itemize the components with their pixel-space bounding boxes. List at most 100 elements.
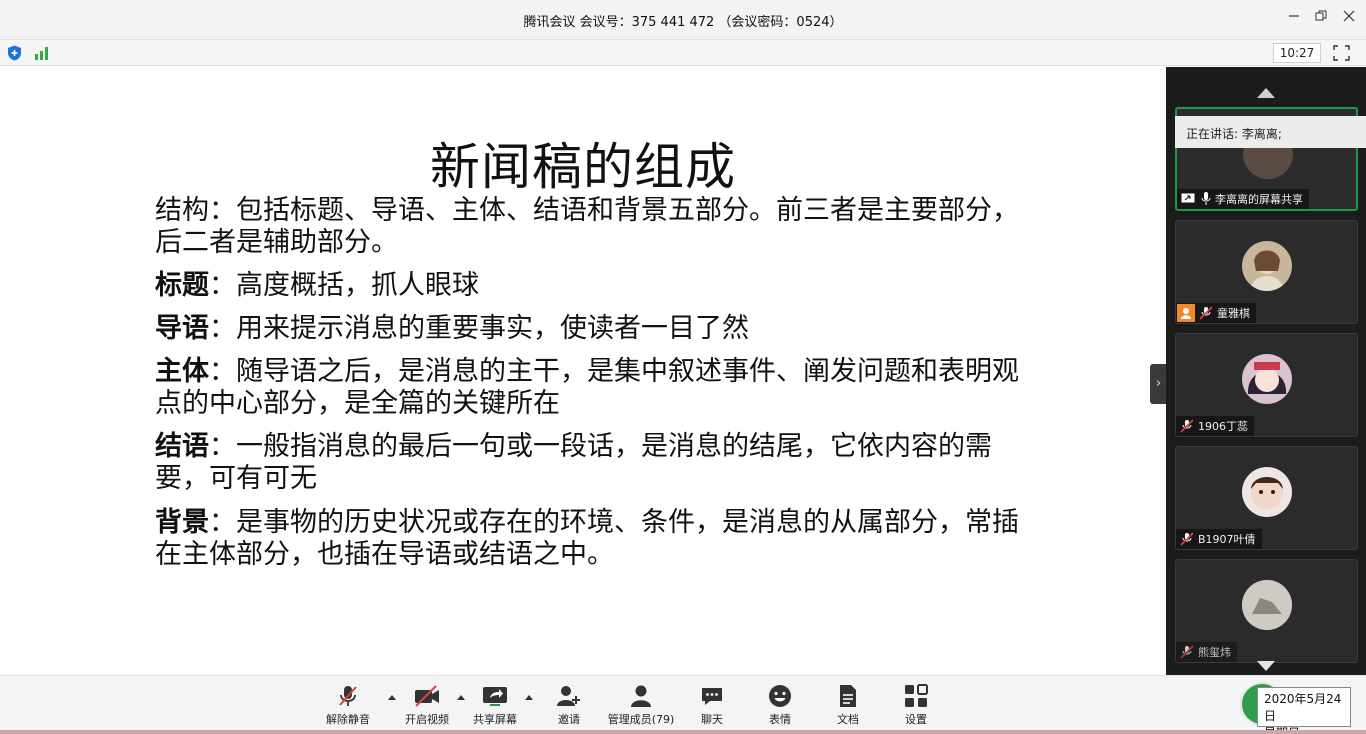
control-label: 共享屏幕 (473, 713, 517, 726)
tile-name-bar: 童雅棋 (1176, 303, 1256, 323)
smile-icon (769, 685, 791, 707)
minimize-button[interactable] (1284, 9, 1304, 29)
close-icon (1343, 10, 1355, 22)
participant-tile[interactable]: 1906丁蕊 (1175, 333, 1358, 437)
chat-button[interactable]: 聊天 (676, 684, 748, 727)
paragraph-text: ：随导语之后，是消息的主干，是集中叙述事件、阐发问题和表明观点的中心部分，是全篇… (155, 356, 1019, 419)
scroll-down-icon[interactable] (1257, 661, 1275, 671)
tile-name-bar: 李离离的屏幕共享 (1177, 189, 1309, 209)
participant-name: 1906丁蕊 (1198, 420, 1248, 433)
chat-icon (702, 688, 722, 705)
participant-tile[interactable]: B1907叶倩 (1175, 446, 1358, 550)
tile-name-bar: 熊玺炜 (1176, 642, 1237, 662)
paragraph-label: 背景 (155, 507, 209, 538)
tile-name-bar: 1906丁蕊 (1176, 416, 1254, 436)
avatar (1242, 354, 1292, 404)
control-label: 开启视频 (405, 713, 449, 726)
share-screen-icon (483, 687, 507, 706)
meeting-control-bar: 解除静音 开启视频 共享屏幕 邀请 管理成员(79) 聊天 表情 文档 设置 (0, 675, 1366, 734)
shared-screen-slide: 新闻稿的组成 结构：包括标题、导语、主体、结语和背景五部分。前三者是主要部分，后… (0, 67, 1166, 675)
start-video-button[interactable]: 开启视频 (391, 684, 463, 727)
participant-name: 李离离的屏幕共享 (1215, 193, 1303, 206)
paragraph-text: ：一般指消息的最后一句或一段话，是消息的结尾，它依内容的需要，可有可无 (155, 431, 992, 494)
paragraph-text: 结构：包括标题、导语、主体、结语和背景五部分。前三者是主要部分，后二者是辅助部分… (155, 195, 1019, 258)
screen-share-icon (1181, 193, 1195, 203)
fullscreen-icon[interactable] (1333, 45, 1350, 61)
participant-tile[interactable]: 童雅棋 (1175, 220, 1358, 324)
share-screen-button[interactable]: 共享屏幕 (459, 684, 531, 727)
slide-title: 新闻稿的组成 (430, 138, 736, 196)
control-label: 邀请 (558, 713, 580, 726)
speaking-indicator: 正在讲话: 李离离; (1175, 116, 1366, 148)
paragraph-text: ：用来提示消息的重要事实，使读者一目了然 (209, 313, 749, 344)
avatar (1242, 580, 1292, 630)
paragraph-label: 结语 (155, 431, 209, 462)
mic-muted-icon (339, 686, 357, 706)
paragraph-label: 主体 (155, 356, 209, 387)
control-label: 解除静音 (326, 713, 370, 726)
add-user-icon (557, 686, 580, 706)
mic-muted-icon (1199, 306, 1213, 320)
manage-members-button[interactable]: 管理成员(79) (604, 684, 678, 727)
control-label: 文档 (837, 713, 859, 726)
avatar (1242, 467, 1292, 517)
tile-name-bar: B1907叶倩 (1176, 529, 1262, 549)
host-badge-icon (1177, 304, 1195, 322)
paragraph-text: ：高度概括，抓人眼球 (209, 270, 479, 301)
control-label: 表情 (769, 713, 791, 726)
grid-settings-icon (905, 684, 928, 707)
participant-video-panel: 李离离的屏幕共享 童雅棋 1906丁蕊 B1907叶倩 熊玺炜 (1166, 67, 1366, 675)
docs-button[interactable]: 文档 (812, 684, 884, 727)
settings-button[interactable]: 设置 (880, 684, 952, 727)
slide-paragraph-background: 背景：是事物的历史状况或存在的环境、条件，是消息的从属部分，常插在主体部分，也插… (155, 507, 1025, 571)
tencent-meeting-window: 腾讯会议 会议号：375 441 472 （会议密码：0524） 10:27 新… (0, 0, 1366, 734)
unmute-button[interactable]: 解除静音 (312, 684, 384, 727)
control-label: 设置 (905, 713, 927, 726)
avatar-image (1251, 477, 1283, 509)
chevron-right-icon: › (1155, 376, 1162, 391)
collapse-panel-button[interactable]: › (1150, 364, 1167, 404)
paragraph-label: 标题 (155, 270, 209, 301)
participant-name: B1907叶倩 (1198, 533, 1256, 546)
restore-icon (1315, 10, 1327, 21)
document-icon (840, 685, 856, 707)
network-signal-icon[interactable] (34, 46, 50, 60)
mic-muted-icon (1180, 419, 1194, 433)
slide-paragraph-ending: 结语：一般指消息的最后一句或一段话，是消息的结尾，它依内容的需要，可有可无 (155, 431, 1025, 495)
caret-up-icon[interactable] (525, 695, 533, 700)
control-label: 聊天 (701, 713, 723, 726)
paragraph-text: ：是事物的历史状况或存在的环境、条件，是消息的从属部分，常插在主体部分，也插在导… (155, 507, 1019, 570)
taskbar-edge (0, 730, 1366, 734)
avatar-image (1250, 250, 1284, 291)
participant-tile[interactable]: 熊玺炜 (1175, 559, 1358, 663)
avatar-image (1247, 362, 1287, 394)
microphone-icon (1201, 192, 1211, 205)
paragraph-label: 导语 (155, 313, 209, 344)
security-shield-icon[interactable] (7, 45, 22, 61)
mic-muted-icon (1180, 532, 1194, 546)
members-icon (631, 685, 651, 707)
meeting-info-bar: 10:27 (0, 40, 1366, 66)
invite-button[interactable]: 邀请 (533, 684, 605, 727)
video-off-icon (415, 685, 439, 707)
tooltip-date: 2020年5月24日 (1264, 692, 1342, 723)
date-tooltip: 2020年5月24日 星期日 (1257, 687, 1351, 734)
control-label: 管理成员(79) (607, 713, 675, 726)
title-bar: 腾讯会议 会议号：375 441 472 （会议密码：0524） (0, 0, 1366, 40)
meeting-timer: 10:27 (1273, 43, 1321, 63)
slide-paragraph-headline: 标题：高度概括，抓人眼球 (155, 270, 1025, 302)
close-button[interactable] (1339, 9, 1359, 29)
reactions-button[interactable]: 表情 (744, 684, 816, 727)
minimize-icon (1289, 15, 1299, 17)
mic-muted-icon (1180, 645, 1194, 659)
slide-paragraph-body: 主体：随导语之后，是消息的主干，是集中叙述事件、阐发问题和表明观点的中心部分，是… (155, 356, 1025, 420)
window-title: 腾讯会议 会议号：375 441 472 （会议密码：0524） (523, 15, 843, 30)
avatar-image (1242, 580, 1292, 630)
slide-paragraph-lead: 导语：用来提示消息的重要事实，使读者一目了然 (155, 313, 1025, 345)
restore-button[interactable] (1311, 9, 1331, 29)
avatar (1242, 241, 1292, 291)
participant-name: 熊玺炜 (1198, 646, 1231, 659)
participant-name: 童雅棋 (1217, 307, 1250, 320)
scroll-up-icon[interactable] (1257, 88, 1275, 98)
slide-paragraph-structure: 结构：包括标题、导语、主体、结语和背景五部分。前三者是主要部分，后二者是辅助部分… (155, 195, 1025, 259)
